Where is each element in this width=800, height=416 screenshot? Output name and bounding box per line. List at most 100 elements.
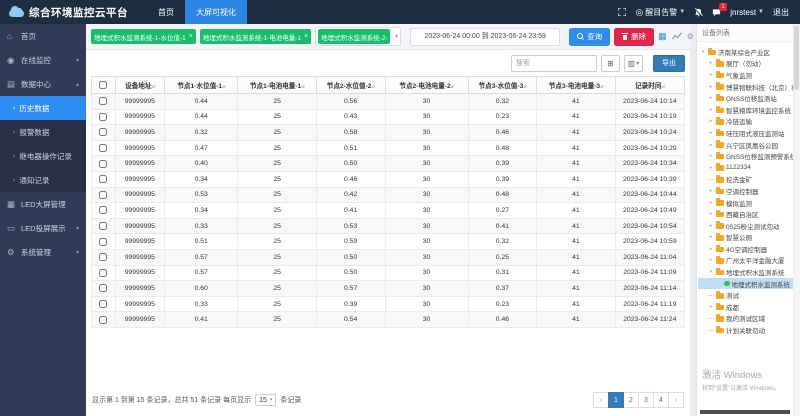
chevron-right-icon[interactable]: ▸ bbox=[708, 130, 714, 136]
sidebar-subitem[interactable]: ›继电器操作记录 bbox=[0, 144, 86, 168]
chevron-right-icon[interactable]: ▸ bbox=[708, 211, 714, 217]
tree-node[interactable]: ▸1122334 bbox=[698, 162, 799, 174]
prev-page-button[interactable]: ‹ bbox=[593, 392, 609, 408]
select-all-checkbox[interactable] bbox=[99, 81, 107, 89]
next-page-button[interactable]: › bbox=[668, 392, 684, 408]
tree-node[interactable]: 我的测试区域 bbox=[698, 313, 799, 325]
page-button[interactable]: 3 bbox=[638, 392, 654, 408]
column-header[interactable]: 设备地址▴▾ bbox=[115, 77, 164, 94]
horizontal-scrollbar[interactable] bbox=[700, 410, 790, 414]
tree-node[interactable]: ▾济南某综合产业区 bbox=[698, 46, 799, 58]
sidebar-item[interactable]: ▤数据中心▴ bbox=[0, 72, 86, 96]
sidebar-subitem[interactable]: ›报警数据 bbox=[0, 120, 86, 144]
row-checkbox[interactable] bbox=[99, 238, 107, 246]
sort-carets-icon[interactable]: ▴▾ bbox=[523, 84, 526, 90]
filter-tag[interactable]: 地埋式积水监测系统-1-电池电量-1× bbox=[200, 29, 311, 44]
page-button[interactable]: 1 bbox=[608, 392, 624, 408]
chevron-right-icon[interactable]: ▸ bbox=[708, 234, 714, 240]
row-checkbox[interactable] bbox=[99, 269, 107, 277]
page-button[interactable]: 2 bbox=[623, 392, 639, 408]
column-header[interactable]: 节点1-电池电量-1▴▾ bbox=[238, 77, 316, 94]
toggle-view-button[interactable]: ⊞ bbox=[601, 55, 620, 72]
sidebar-subitem[interactable]: ›历史数据 bbox=[0, 96, 86, 120]
chevron-right-icon[interactable]: ▸ bbox=[708, 118, 714, 124]
sidebar-item[interactable]: ⚙系统管理▾ bbox=[0, 240, 86, 264]
tree-node[interactable]: 计划关联勿动 bbox=[698, 324, 799, 336]
chevron-right-icon[interactable]: ▸ bbox=[708, 107, 714, 113]
sort-carets-icon[interactable]: ▴▾ bbox=[152, 84, 155, 90]
date-range-input[interactable]: 2023-06-24 00:00 到 2023-06-24 23:59 bbox=[410, 28, 560, 46]
row-checkbox[interactable] bbox=[99, 222, 107, 230]
sidebar-item[interactable]: ◉在线监控▾ bbox=[0, 48, 86, 72]
messages-icon[interactable]: 1 bbox=[712, 8, 721, 17]
sort-carets-icon[interactable]: ▴▾ bbox=[301, 84, 304, 90]
columns-button[interactable]: ▥▾ bbox=[624, 55, 643, 72]
tree-node[interactable]: ▸西藏自治区 bbox=[698, 208, 799, 220]
tree-node[interactable]: ▸博慧物联科技（北京）有 bbox=[698, 81, 799, 93]
filter-tag[interactable]: 地埋式积水监测系统-2- bbox=[318, 29, 390, 44]
tree-node[interactable]: ▸展厅（勿动） bbox=[698, 58, 799, 70]
tree-node[interactable]: ▸硅压阻式液压监测站 bbox=[698, 127, 799, 139]
sort-carets-icon[interactable]: ▴▾ bbox=[600, 84, 603, 90]
chevron-right-icon[interactable]: ▸ bbox=[708, 200, 714, 206]
chevron-right-icon[interactable]: ▸ bbox=[708, 60, 714, 66]
chevron-right-icon[interactable]: ▸ bbox=[708, 153, 714, 159]
chevron-right-icon[interactable]: ▸ bbox=[708, 188, 714, 194]
gear-icon[interactable]: ⚙ bbox=[687, 33, 694, 41]
chevron-right-icon[interactable]: ▸ bbox=[708, 246, 714, 252]
sort-carets-icon[interactable]: ▴▾ bbox=[661, 84, 664, 90]
row-checkbox[interactable] bbox=[99, 128, 107, 136]
row-checkbox[interactable] bbox=[99, 206, 107, 214]
row-checkbox[interactable] bbox=[99, 97, 107, 105]
tree-node[interactable]: ▸成都 bbox=[698, 301, 799, 313]
row-checkbox[interactable] bbox=[99, 316, 107, 324]
page-size-select[interactable]: 15 ▾ bbox=[255, 394, 276, 406]
tree-node[interactable]: ▸模拟监测 bbox=[698, 197, 799, 209]
filter-tag[interactable]: 地埋式积水监测系统-1-水位值-1× bbox=[91, 29, 196, 44]
column-header[interactable]: 节点3-水位值-3▴▾ bbox=[468, 77, 537, 94]
search-input[interactable] bbox=[511, 55, 597, 72]
tree-node[interactable]: ▸冷链运输 bbox=[698, 116, 799, 128]
chevron-right-icon[interactable]: ▸ bbox=[708, 72, 714, 78]
tree-node[interactable]: 测试 bbox=[698, 289, 799, 301]
chart-view-icon[interactable] bbox=[672, 32, 682, 42]
row-checkbox[interactable] bbox=[99, 160, 107, 168]
tree-node[interactable]: 地埋式积水监测系统 bbox=[698, 278, 799, 290]
tree-node[interactable]: ▸兴宁区凤凰谷公园 bbox=[698, 139, 799, 151]
query-button[interactable]: 查询 bbox=[569, 28, 610, 46]
delete-button[interactable]: 删除 bbox=[614, 28, 654, 46]
device-multiselect[interactable]: 地埋式积水监测系统-2- ▾ bbox=[315, 27, 401, 46]
sort-carets-icon[interactable]: ▴▾ bbox=[451, 84, 454, 90]
row-checkbox[interactable] bbox=[99, 253, 107, 261]
chevron-right-icon[interactable]: ▸ bbox=[708, 142, 714, 148]
export-button[interactable]: 导出 bbox=[653, 55, 685, 72]
column-header[interactable]: 节点3-电池电量-3▴▾ bbox=[537, 77, 615, 94]
tree-node[interactable]: ▸智慧公厕 bbox=[698, 232, 799, 244]
chevron-right-icon[interactable]: ▸ bbox=[708, 257, 714, 263]
column-header[interactable]: 节点1-水位值-1▴▾ bbox=[164, 77, 238, 94]
row-checkbox[interactable] bbox=[99, 191, 107, 199]
tree-node[interactable]: ▸4G空调控制器 bbox=[698, 243, 799, 255]
user-menu[interactable]: jnrstest ▼ bbox=[730, 8, 764, 17]
chevron-down-icon[interactable]: ▾ bbox=[700, 49, 706, 55]
chevron-right-icon[interactable]: ▸ bbox=[708, 304, 714, 310]
column-header[interactable]: 节点2-水位值-2▴▾ bbox=[316, 77, 385, 94]
fullscreen-icon[interactable] bbox=[618, 8, 626, 16]
remove-tag-icon[interactable]: × bbox=[189, 33, 193, 40]
row-checkbox[interactable] bbox=[99, 175, 107, 183]
row-checkbox[interactable] bbox=[99, 300, 107, 308]
chevron-right-icon[interactable]: ▸ bbox=[708, 95, 714, 101]
sidebar-item[interactable]: ⌂首页 bbox=[0, 24, 86, 48]
alarm-mode-dropdown[interactable]: ◎ 醒目告警 ▼ bbox=[635, 7, 685, 18]
tree-node[interactable]: ▸GNSS位移监测预警系统 bbox=[698, 150, 799, 162]
tree-node[interactable]: ▸智慧粮库环境监控系统 bbox=[698, 104, 799, 116]
tree-node[interactable]: ▸0525粉尘测试勿动 bbox=[698, 220, 799, 232]
grid-view-icon[interactable]: ▦ bbox=[658, 32, 667, 41]
tree-node[interactable]: ▸广州太平洋金融大厦 bbox=[698, 255, 799, 267]
tree-node[interactable]: ▸空调控制器 bbox=[698, 185, 799, 197]
tree-node[interactable]: ▸气象监测 bbox=[698, 69, 799, 81]
top-nav-item[interactable]: 大屏可视化 bbox=[185, 0, 247, 24]
vertical-scrollbar[interactable] bbox=[793, 24, 800, 416]
chevron-down-icon[interactable]: ▾ bbox=[708, 269, 714, 275]
logout-button[interactable]: 退出 bbox=[773, 7, 789, 18]
